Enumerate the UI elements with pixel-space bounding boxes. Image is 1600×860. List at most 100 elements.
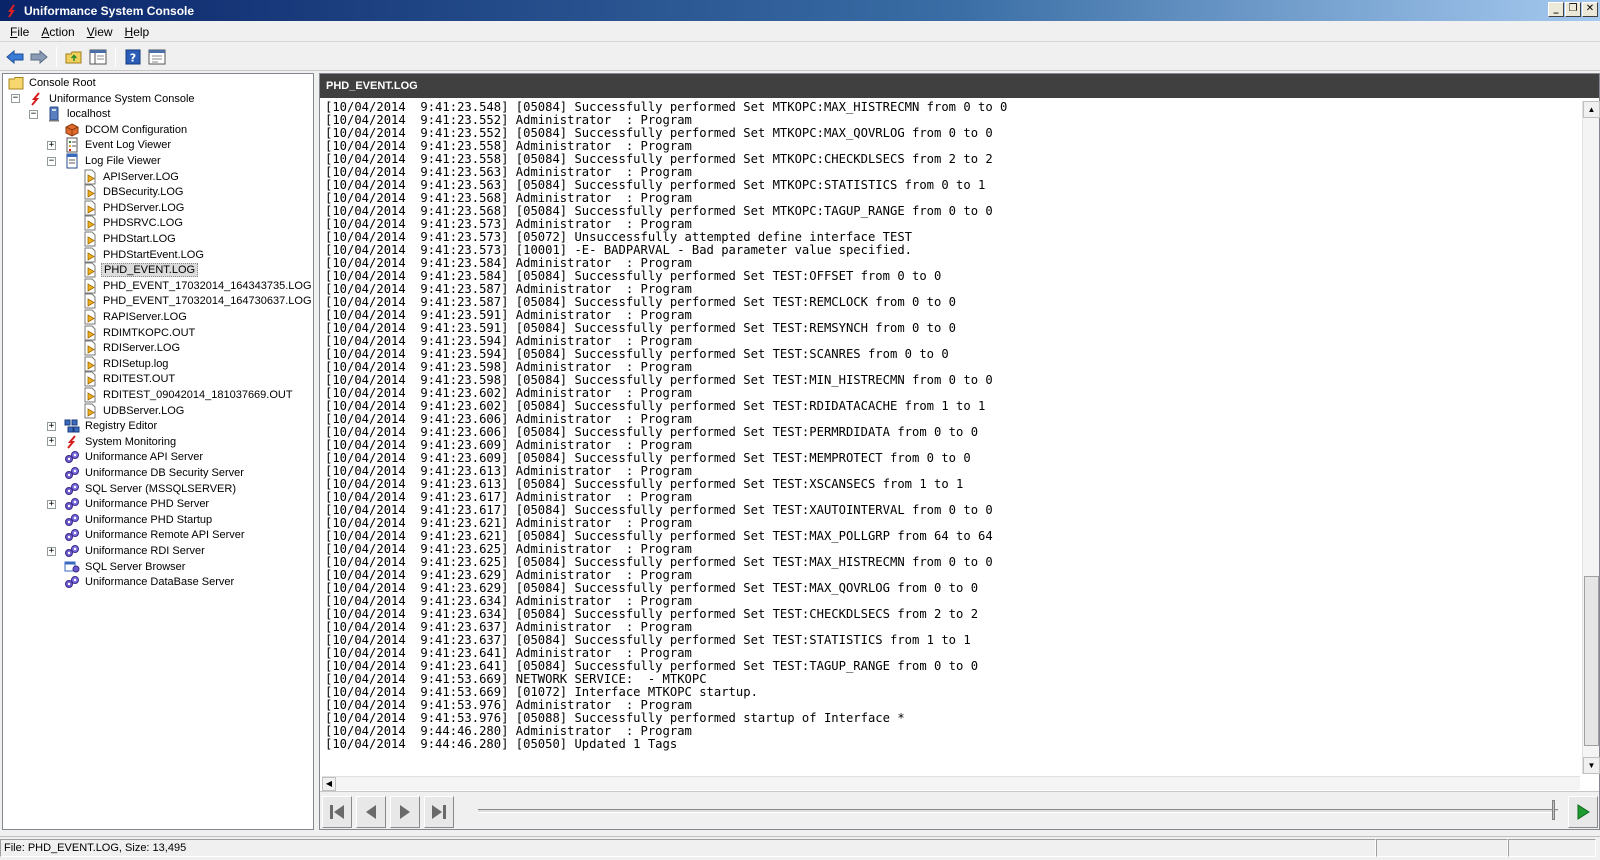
collapse-icon[interactable]: − (29, 109, 38, 119)
status-bar: File: PHD_EVENT.LOG, Size: 13,495 (0, 836, 1600, 858)
tree-item-uniformance-db-security-server[interactable]: Uniformance DB Security Server (47, 465, 246, 481)
tree-item-label: Log File Viewer (85, 155, 161, 167)
expand-icon[interactable]: + (47, 421, 56, 431)
first-page-button[interactable] (322, 796, 352, 828)
tree-item-uniformance-api-server[interactable]: Uniformance API Server (47, 449, 205, 465)
last-page-button[interactable] (424, 796, 454, 828)
log-file-icon (82, 247, 98, 263)
title-bar[interactable]: Uniformance System Console _ ❐ ✕ (0, 0, 1600, 21)
tree-item-label: RAPIServer.LOG (103, 311, 187, 323)
tree-item-localhost[interactable]: − localhost (29, 106, 112, 122)
log-line: [10/04/2014 9:44:46.280] [05050] Updated… (325, 737, 678, 751)
tree-item-rditest-09042014-181037669-out[interactable]: RDITEST_09042014_181037669.OUT (65, 387, 295, 403)
tree-item-label: SQL Server (MSSQLSERVER) (85, 482, 236, 495)
tree-item-label: Uniformance DB Security Server (85, 467, 244, 479)
service-icon (64, 512, 80, 528)
expand-icon[interactable]: + (47, 437, 56, 447)
position-slider[interactable] (1552, 800, 1555, 820)
log-file-icon (82, 403, 98, 419)
tree-item-phdserver-log[interactable]: PHDServer.LOG (65, 200, 186, 216)
scroll-down-icon[interactable]: ▼ (1583, 757, 1600, 774)
log-content[interactable]: [10/04/2014 9:41:23.548] [05084] Success… (322, 101, 1580, 848)
restore-button[interactable]: ❐ (1565, 2, 1581, 17)
tree-item-log-file-viewer[interactable]: − Log File Viewer (47, 153, 163, 169)
tree-item-system-monitoring[interactable]: + System Monitoring (47, 434, 178, 450)
tree-item-dcom-configuration[interactable]: DCOM Configuration (47, 122, 189, 138)
tree-item-uniformance-database-server[interactable]: Uniformance DataBase Server (47, 574, 236, 590)
tree-item-phd-event-17032014-164730637-log[interactable]: PHD_EVENT_17032014_164730637.LOG (65, 293, 313, 309)
horizontal-scrollbar[interactable]: ◀ (322, 776, 1580, 791)
menu-bar: File Action View Help (0, 22, 1600, 42)
play-icon (1577, 804, 1590, 820)
service-icon (64, 481, 80, 497)
tree-item-udbserver-log[interactable]: UDBServer.LOG (65, 403, 186, 419)
play-button[interactable] (1568, 796, 1598, 828)
tree-item-sql-server-mssqlserver[interactable]: SQL Server (MSSQLSERVER) (47, 481, 238, 497)
status-cell-2 (1376, 838, 1508, 857)
collapse-icon[interactable]: − (47, 156, 56, 166)
next-page-button[interactable] (390, 796, 420, 828)
back-icon[interactable] (4, 46, 26, 68)
properties-icon[interactable] (146, 46, 168, 68)
log-file-icon (82, 278, 98, 294)
menu-action[interactable]: Action (35, 23, 80, 41)
console-tree[interactable]: Console Root − Uniformance System Console −… (2, 73, 314, 830)
tree-item-uniformance-rdi-server[interactable]: + Uniformance RDI Server (47, 543, 207, 559)
expand-icon[interactable]: + (47, 499, 56, 509)
tree-item-label: Registry Editor (85, 420, 158, 433)
minimize-button[interactable]: _ (1548, 2, 1564, 17)
scroll-up-icon[interactable]: ▲ (1583, 101, 1600, 118)
scroll-thumb[interactable] (1584, 576, 1599, 746)
tree-item-phdsrvc-log[interactable]: PHDSRVC.LOG (65, 215, 185, 231)
tree-item-rdisetup-log[interactable]: RDISetup.log (65, 356, 170, 372)
up-folder-icon[interactable] (63, 46, 85, 68)
service-icon (64, 465, 80, 481)
tree-item-rapiserver-log[interactable]: RAPIServer.LOG (65, 309, 189, 325)
tree-item-uniformance-phd-server[interactable]: + Uniformance PHD Server (47, 496, 211, 512)
tree-item-uniformance-remote-api-server[interactable]: Uniformance Remote API Server (47, 527, 247, 543)
tree-item-label: Uniformance RDI Server (85, 545, 205, 557)
show-hide-tree-icon[interactable] (87, 46, 109, 68)
forward-icon[interactable] (28, 46, 50, 68)
tree-item-phd-event-17032014-164343735-log[interactable]: PHD_EVENT_17032014_164343735.LOG (65, 278, 313, 294)
tree-item-rdimtkopc-out[interactable]: RDIMTKOPC.OUT (65, 325, 197, 341)
tree-item-label: PHD_EVENT_17032014_164730637.LOG (103, 295, 312, 308)
tree-item-uniformance-system-console[interactable]: − Uniformance System Console (11, 91, 197, 107)
previous-page-button[interactable] (356, 796, 386, 828)
tree-item-console-root[interactable]: Console Root (8, 75, 98, 91)
expand-icon[interactable]: + (47, 140, 56, 150)
log-file-icon (82, 200, 98, 216)
tree-item-label: Uniformance API Server (85, 451, 203, 464)
log-file-pane: PHD_EVENT.LOG [10/04/2014 9:41:23.548] [… (319, 73, 1600, 830)
tree-item-apiserver-log[interactable]: APIServer.LOG (65, 169, 181, 185)
folder-icon (8, 75, 24, 91)
tree-item-sql-server-browser[interactable]: SQL Server Browser (47, 559, 187, 575)
log-file-icon (82, 325, 98, 341)
tree-item-rditest-out[interactable]: RDITEST.OUT (65, 371, 177, 387)
tree-item-event-log-viewer[interactable]: + Event Log Viewer (47, 137, 173, 153)
status-file-info: File: PHD_EVENT.LOG, Size: 13,495 (0, 838, 1376, 857)
tree-item-phdstart-log[interactable]: PHDStart.LOG (65, 231, 178, 247)
tree-item-label: RDISetup.log (103, 357, 169, 370)
tree-item-registry-editor[interactable]: + Registry Editor (47, 418, 159, 434)
close-button[interactable]: ✕ (1582, 2, 1598, 17)
tree-item-phd-event-log[interactable]: PHD_EVENT.LOG (65, 262, 199, 278)
tree-item-rdiserver-log[interactable]: RDIServer.LOG (65, 340, 182, 356)
service-icon (64, 527, 80, 543)
menu-help[interactable]: Help (119, 23, 156, 41)
tree-item-dbsecurity-log[interactable]: DBSecurity.LOG (65, 184, 186, 200)
position-track[interactable] (478, 809, 1558, 813)
tree-item-label: Uniformance System Console (49, 92, 195, 105)
scroll-left-icon[interactable]: ◀ (322, 777, 336, 791)
log-file-icon (82, 309, 98, 325)
tree-item-phdstartevent-log[interactable]: PHDStartEvent.LOG (65, 247, 206, 263)
menu-view[interactable]: View (81, 23, 119, 41)
expand-icon[interactable]: + (47, 546, 56, 556)
service-icon (64, 496, 80, 512)
vertical-scrollbar[interactable]: ▲ ▼ (1582, 101, 1600, 774)
service-icon (64, 449, 80, 465)
help-icon[interactable]: ? (122, 46, 144, 68)
menu-file[interactable]: File (4, 23, 35, 41)
collapse-icon[interactable]: − (11, 94, 20, 104)
tree-item-uniformance-phd-startup[interactable]: Uniformance PHD Startup (47, 512, 214, 528)
